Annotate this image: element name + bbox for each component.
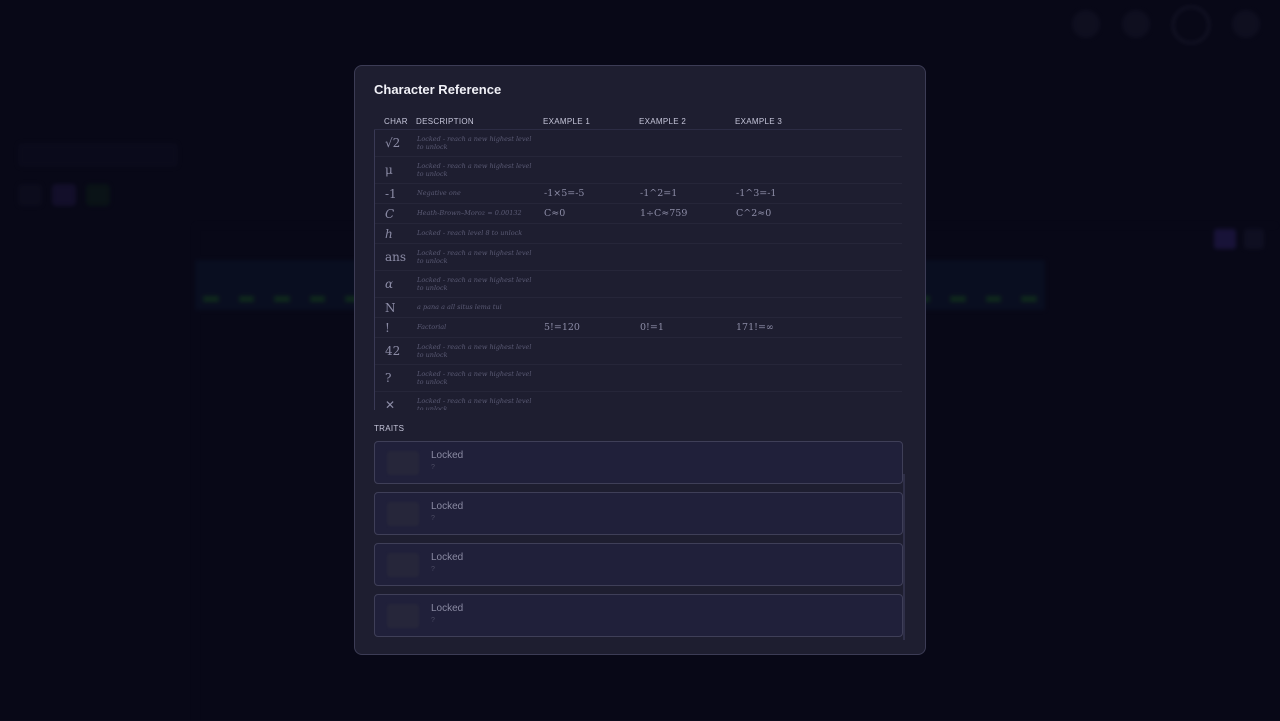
char-cell: 42 [385,344,401,358]
example-cell: C^2≈0 [736,208,772,219]
example-cell: 0!=1 [640,322,664,333]
character-table[interactable]: CHAR DESCRIPTION EXAMPLE 1 EXAMPLE 2 EXA… [374,113,902,410]
trait-description: ? [431,515,435,522]
trait-icon [387,604,419,628]
trait-card[interactable]: Locked ? [374,543,903,586]
table-row: ? Locked - reach a new highest level to … [375,365,902,392]
scrollbar[interactable] [903,474,905,640]
char-cell: ans [385,250,407,264]
description-cell: Locked - reach a new highest level to un… [417,396,532,411]
char-cell: -1 [385,186,397,201]
char-cell: N [385,300,396,315]
table-row: N a pana a all situs lema tui [375,298,902,318]
trait-description: ? [431,464,435,471]
trait-icon [387,451,419,475]
character-reference-modal: Character Reference CHAR DESCRIPTION EXA… [354,65,926,655]
modal-title: Character Reference [374,82,502,97]
example-cell: -1×5=-5 [544,188,585,199]
table-header: CHAR DESCRIPTION EXAMPLE 1 EXAMPLE 2 EXA… [374,113,902,130]
description-cell: Factorial [417,323,447,332]
table-row: ✕ Locked - reach a new highest level to … [375,392,902,411]
trait-name: Locked [431,552,464,563]
description-cell: a pana a all situs lema tui [417,303,502,312]
table-row: ! Factorial 5!=120 0!=1 171!=∞ [375,318,902,338]
description-cell: Locked - reach a new highest level to un… [417,248,532,266]
table-row: √2 Locked - reach a new highest level to… [375,130,902,157]
column-header-example-3: EXAMPLE 3 [735,116,783,126]
char-cell: √2 [385,136,401,150]
trait-name: Locked [431,450,464,461]
description-cell: Locked - reach a new highest level to un… [417,342,532,360]
description-cell: Locked - reach a new highest level to un… [417,369,532,387]
char-cell: C [385,206,395,221]
column-header-description: DESCRIPTION [416,116,474,126]
trait-card[interactable]: Locked ? [374,594,903,637]
column-header-example-2: EXAMPLE 2 [639,116,687,126]
example-cell: 171!=∞ [736,322,774,333]
trait-description: ? [431,617,435,624]
char-cell: μ [385,163,393,177]
table-row: C Heath-Brown–Moroz ≈ 0.00132 C≈0 1÷C≈75… [375,204,902,224]
trait-name: Locked [431,501,464,512]
description-cell: Locked - reach a new highest level to un… [417,134,532,152]
trait-icon [387,553,419,577]
example-cell: C≈0 [544,208,566,219]
char-cell: ✕ [385,398,396,410]
column-header-example-1: EXAMPLE 1 [543,116,591,126]
description-cell: Heath-Brown–Moroz ≈ 0.00132 [417,209,522,218]
char-cell: ? [385,371,392,385]
trait-card[interactable]: Locked ? [374,441,903,484]
trait-name: Locked [431,603,464,614]
table-row: μ Locked - reach a new highest level to … [375,157,902,184]
traits-list[interactable]: Locked ? Locked ? Locked ? Locked ? [374,441,903,645]
table-body: √2 Locked - reach a new highest level to… [374,130,902,410]
char-cell: h [385,226,393,241]
char-cell: ! [385,320,390,335]
table-row: -1 Negative one -1×5=-5 -1^2=1 -1^3=-1 [375,184,902,204]
trait-icon [387,502,419,526]
char-cell: α [385,277,394,291]
trait-description: ? [431,566,435,573]
description-cell: Locked - reach a new highest level to un… [417,161,532,179]
traits-section-label: TRAITS [374,424,405,433]
trait-card[interactable]: Locked ? [374,492,903,535]
description-cell: Locked - reach a new highest level to un… [417,275,532,293]
example-cell: -1^2=1 [640,188,678,199]
table-row: α Locked - reach a new highest level to … [375,271,902,298]
description-cell: Locked - reach level 8 to unlock [417,229,523,238]
table-row: ans Locked - reach a new highest level t… [375,244,902,271]
example-cell: 1÷C≈759 [640,208,688,219]
example-cell: -1^3=-1 [736,188,777,199]
column-header-char: CHAR [384,116,408,126]
example-cell: 5!=120 [544,322,580,333]
table-row: h Locked - reach level 8 to unlock [375,224,902,244]
table-row: 42 Locked - reach a new highest level to… [375,338,902,365]
description-cell: Negative one [417,189,461,198]
